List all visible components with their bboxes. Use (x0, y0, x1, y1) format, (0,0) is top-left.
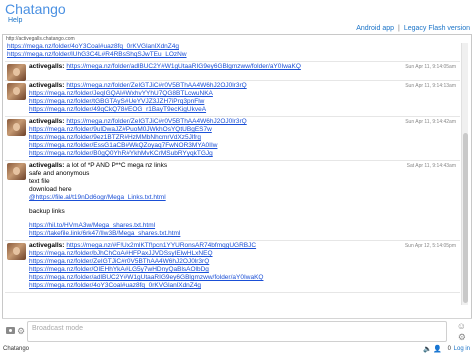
message-line: activegalls: a lot of *P AND P**C mega nz… (29, 162, 458, 170)
message-text: backup links (29, 208, 65, 215)
message-link[interactable]: https://mega.nz/folder/4oY3Coal#uaz8fq_0… (7, 43, 179, 50)
message-timestamp: Sun Apr 11, 9:14:13am (405, 83, 456, 89)
message-link[interactable]: https://mega.nz/folder/OIEHhYkA#LG5y7wHD… (29, 266, 209, 273)
help-link[interactable]: Help (8, 17, 22, 24)
message-link[interactable]: https://mega.nz/folder/9ez1BTZR#HzMMbNhc… (29, 134, 201, 141)
message-line: https://takefile.link/6rk47/lIw3B/Mega_s… (29, 230, 458, 238)
user-avatar[interactable] (7, 243, 26, 260)
message-link[interactable]: https://mega.nz/folder/EssG1aCB#WkQZoyaq… (29, 142, 217, 149)
message-line: @https://file.al/t19nDd6ogr/Mega_Links.t… (29, 194, 458, 202)
message-line: https://mega.nz/folder/EssG1aCB#WkQZoyaq… (29, 142, 458, 150)
message-link[interactable]: https://mega.nz/folder/4oY3Coal#uaz8fq_0… (29, 282, 201, 289)
message-line: https://mega.nz/folder/9ez1BTZR#HzMMbNhc… (29, 134, 458, 142)
user-avatar[interactable] (7, 83, 26, 100)
message-line: https://hil.to/HVmA3w/Mega_shares.txt.ht… (29, 222, 458, 230)
user-avatar[interactable] (7, 163, 26, 180)
message-line: backup links (29, 208, 458, 216)
message-link[interactable]: https://mega.nz/folder/9ulDwaJZ#PuoM0JWk… (29, 126, 212, 133)
message-link[interactable]: https://mega.nz/folder/bJhChCoA#HFPaxJJV… (29, 250, 213, 257)
message-line: https://mega.nz/folder/9ulDwaJZ#PuoM0JWk… (29, 126, 458, 134)
message-list[interactable]: https://mega.nz/folder/4oY3Coal#uaz8fq_0… (5, 42, 460, 307)
user-count: 0 (447, 346, 451, 352)
message-line: https://mega.nz/folder/adlBUC2Y#W1gUtaaR… (29, 274, 458, 282)
brand-logo: Chatango (5, 1, 66, 17)
message-link[interactable]: https://mega.nz/#F!Ux2mlKTf!pcn1YYURonsA… (66, 242, 256, 249)
message-line: activegalls: https://mega.nz/folder/ZeIGT… (29, 118, 458, 126)
message-line: activegalls: https://mega.nz/#F!Ux2mlKTf!… (29, 242, 458, 250)
message-line: https://mega.nz/folder/lUhG3C4L#R4RBsShq… (7, 51, 458, 59)
message-text: download here (29, 186, 72, 193)
camera-icon[interactable] (6, 327, 15, 334)
speaker-icon[interactable]: 🔈 (423, 345, 432, 353)
message-author[interactable]: activegalls: (29, 63, 64, 70)
message-link[interactable]: https://hil.to/HVmA3w/Mega_shares.txt.ht… (29, 222, 155, 229)
message-line: https://mega.nz/folder/49qCkQ78#EOG_r1Ba… (29, 106, 458, 114)
message-line: safe and anonymous (29, 170, 458, 178)
android-app-link[interactable]: Android app (356, 25, 394, 32)
message-line: https://mega.nz/folder/JeqIGQAI#WxhvYYhU… (29, 90, 458, 98)
footer: Chatango 🔈 👤 0 Log in (0, 344, 474, 355)
message-link[interactable]: https://mega.nz/folder/B0gQ0YhR#YkhMvKCr… (29, 150, 213, 157)
message-line: download here (29, 186, 458, 194)
chat-frame: http://activegalls.chatango.com https://… (2, 34, 472, 344)
user-avatar[interactable] (7, 119, 26, 136)
message-input[interactable]: Broadcast mode (27, 321, 447, 342)
message-line: https://mega.nz/folder/B0gQ0YhR#YkhMvKCr… (29, 150, 458, 158)
chat-message: https://mega.nz/folder/4oY3Coal#uaz8fq_0… (5, 42, 460, 62)
message-link[interactable]: https://mega.nz/folder/adlBUC2Y#W1gUtaaR… (29, 274, 263, 281)
message-link[interactable]: https://mega.nz/folder/adlBUC2Y#W1gUtaaR… (66, 63, 300, 70)
message-text: safe and anonymous (29, 170, 90, 177)
message-line: text file (29, 178, 458, 186)
message-author[interactable]: activegalls: (29, 242, 64, 249)
message-timestamp: Sun Apr 11, 9:14:42am (405, 119, 456, 125)
message-author[interactable]: activegalls: (29, 118, 64, 125)
chat-message: Sun Apr 11, 9:14:05am activegalls: https:/… (5, 62, 460, 81)
legacy-flash-link[interactable]: Legacy Flash version (404, 25, 470, 32)
message-line: activegalls: https://mega.nz/folder/adlBU… (29, 63, 458, 71)
message-timestamp: Sat Apr 11, 9:14:43am (406, 163, 456, 169)
message-link[interactable]: https://mega.nz/folder/49qCkQ78#EOG_r1Ba… (29, 106, 206, 113)
message-line: https://mega.nz/folder/4oY3Coal#uaz8fq_0… (29, 282, 458, 290)
separator: | (398, 25, 400, 32)
scrollbar[interactable] (461, 43, 468, 305)
message-link[interactable]: https://mega.nz/folder/JeqIGQAI#WxhvYYhU… (29, 90, 213, 97)
message-line: https://mega.nz/folder/tGBGTAyS#UeYVJZ3J… (29, 98, 458, 106)
message-timestamp: Sun Apr 12, 5:14:05pm (404, 243, 456, 249)
top-links: Android app | Legacy Flash version (356, 25, 470, 32)
message-link[interactable]: https://mega.nz/folder/lUhG3C4L#R4RBsShq… (7, 51, 187, 58)
message-link[interactable]: https://mega.nz/folder/tGBGTAyS#UeYVJZ3J… (29, 98, 204, 105)
scrollbar-thumb[interactable] (463, 133, 468, 303)
message-author[interactable]: activegalls: (29, 82, 64, 89)
message-line: https://mega.nz/folder/OIEHhYkA#LG5y7wHD… (29, 266, 458, 274)
chat-message: Sun Apr 12, 5:14:05pm activegalls: https:/… (5, 241, 460, 293)
smiley-icon[interactable]: ☺ (457, 321, 466, 331)
message-line: https://mega.nz/folder/4oY3Coal#uaz8fq_0… (7, 43, 458, 51)
message-line: https://mega.nz/folder/ZeIGTJiC#r0V5BThA… (29, 258, 458, 266)
message-line: activegalls: https://mega.nz/folder/ZeIGT… (29, 82, 458, 90)
message-link[interactable]: https://mega.nz/folder/ZeIGTJiC#r0V5BThA… (66, 82, 246, 89)
message-link[interactable]: https://mega.nz/folder/ZeIGTJiC#r0V5BThA… (29, 258, 209, 265)
message-link[interactable]: https://takefile.link/6rk47/lIw3B/Mega_s… (29, 230, 180, 237)
message-link[interactable]: @https://file.al/t19nDd6ogr/Mega_Links.t… (29, 194, 166, 201)
settings-icon[interactable]: ⚙ (458, 332, 466, 343)
message-text: a lot of *P AND P**C mega nz links (66, 162, 168, 169)
message-author[interactable]: activegalls: (29, 162, 64, 169)
message-timestamp: Sun Apr 11, 9:14:05am (405, 64, 456, 70)
user-avatar[interactable] (7, 64, 26, 81)
login-link[interactable]: Log in (454, 346, 470, 352)
message-text: text file (29, 178, 50, 185)
chat-message: Sun Apr 11, 9:14:13am activegalls: https:/… (5, 81, 460, 117)
message-line: https://mega.nz/folder/bJhChCoA#HFPaxJJV… (29, 250, 458, 258)
message-link[interactable]: https://mega.nz/folder/ZeIGTJiC#r0V5BThA… (66, 118, 246, 125)
chat-message: Sat Apr 11, 9:14:43am activegalls: a lot o… (5, 161, 460, 241)
input-bar: ⚙ Broadcast mode ☺ ⚙ (2, 318, 472, 344)
chat-message: Sun Apr 11, 9:14:42am activegalls: https:/… (5, 117, 460, 161)
footer-brand: Chatango (3, 346, 30, 352)
gear-icon[interactable]: ⚙ (17, 326, 25, 337)
person-icon[interactable]: 👤 (433, 345, 442, 353)
